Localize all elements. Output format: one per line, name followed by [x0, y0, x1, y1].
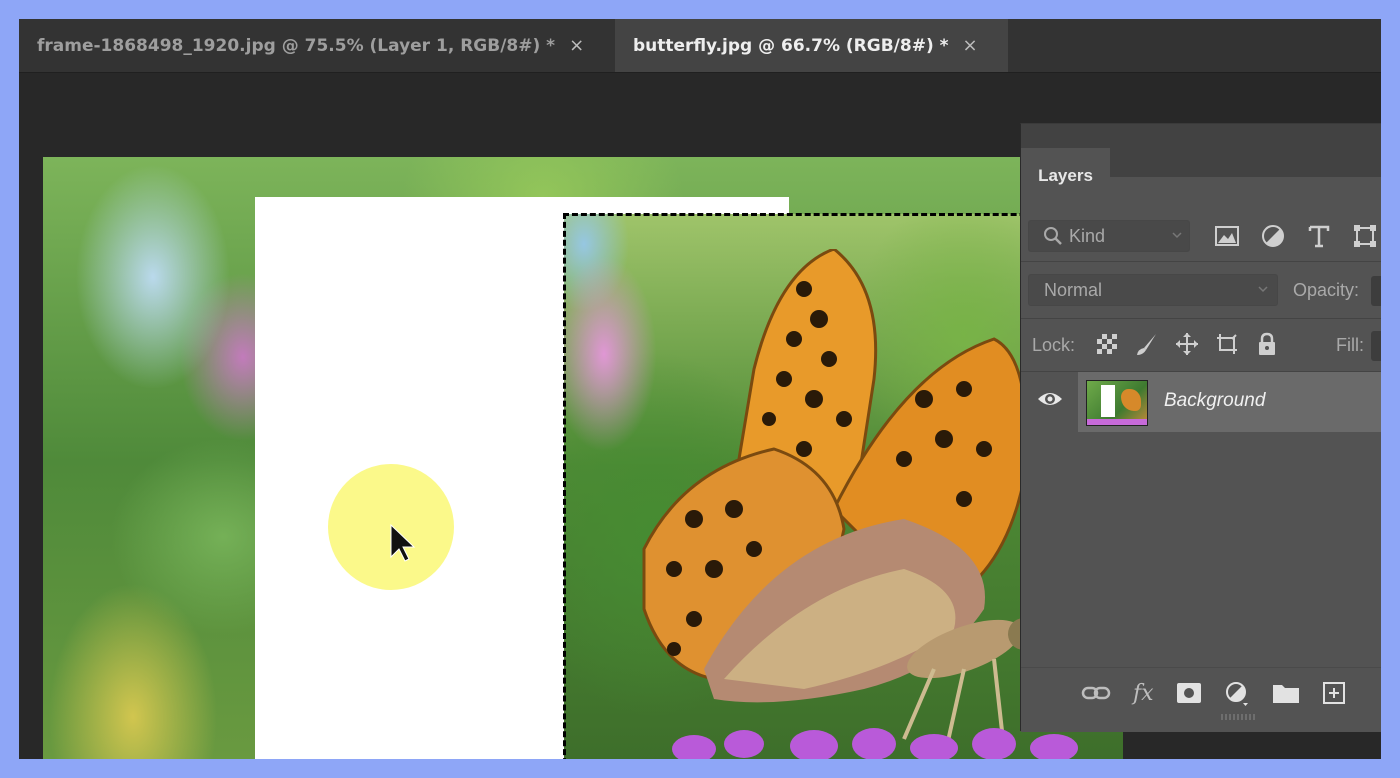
layer-name[interactable]: Background: [1164, 390, 1265, 412]
adjustment-filter-icon[interactable]: [1260, 223, 1286, 249]
mouse-pointer-icon: [390, 523, 416, 562]
lock-icons: [1094, 331, 1280, 357]
image-filter-icon[interactable]: [1214, 223, 1240, 249]
shape-filter-icon[interactable]: [1352, 223, 1378, 249]
filter-row: Kind: [1021, 203, 1381, 255]
divider: [1021, 318, 1381, 319]
opacity-input[interactable]: [1371, 276, 1381, 306]
lock-artboard-icon[interactable]: [1214, 331, 1240, 357]
add-mask-icon[interactable]: [1176, 682, 1202, 704]
eye-visibility-icon[interactable]: [1037, 388, 1063, 410]
layer-thumbnail: [1086, 380, 1148, 426]
tab-frame-document[interactable]: frame-1868498_1920.jpg @ 75.5% (Layer 1,…: [19, 19, 615, 72]
tab-butterfly-document[interactable]: butterfly.jpg @ 66.7% (RGB/8#) * ×: [615, 19, 1008, 72]
layer-row-background[interactable]: Background: [1078, 372, 1381, 432]
fill-label: Fill:: [1336, 335, 1364, 355]
document-canvas[interactable]: [43, 157, 1123, 759]
footer-icons: fx: [1081, 680, 1346, 706]
layers-panel-footer: fx: [1021, 667, 1381, 732]
fill-input[interactable]: [1371, 331, 1381, 361]
search-icon: [1044, 227, 1062, 245]
new-layer-icon[interactable]: [1322, 681, 1346, 705]
layer-style-fx-icon[interactable]: fx: [1133, 681, 1154, 706]
photoshop-window: frame-1868498_1920.jpg @ 75.5% (Layer 1,…: [19, 19, 1381, 759]
type-filter-icon[interactable]: [1306, 223, 1332, 249]
filter-icons: [1214, 223, 1378, 249]
chevron-down-icon: [1172, 232, 1182, 239]
divider: [1021, 261, 1381, 262]
layers-panel: Layers Kind Normal Opacity: Lock: Fill: …: [1020, 123, 1381, 732]
filter-kind-label: Kind: [1069, 225, 1106, 246]
layer-filter-kind[interactable]: Kind: [1028, 220, 1190, 252]
lock-all-icon[interactable]: [1254, 331, 1280, 357]
close-icon[interactable]: ×: [963, 35, 978, 56]
lock-transparent-pixels-icon[interactable]: [1094, 331, 1120, 357]
tab-title: butterfly.jpg @ 66.7% (RGB/8#) *: [633, 35, 949, 56]
lock-label: Lock:: [1032, 335, 1076, 355]
close-icon[interactable]: ×: [569, 35, 584, 56]
resize-grip[interactable]: [1221, 714, 1257, 720]
link-layers-icon[interactable]: [1081, 683, 1111, 703]
lock-row: Lock: Fill:: [1021, 328, 1381, 368]
opacity-label: Opacity:: [1293, 280, 1360, 300]
lock-image-pixels-icon[interactable]: [1134, 331, 1160, 357]
lock-position-icon[interactable]: [1174, 331, 1200, 357]
tab-title: frame-1868498_1920.jpg @ 75.5% (Layer 1,…: [37, 35, 556, 56]
document-tab-bar: frame-1868498_1920.jpg @ 75.5% (Layer 1,…: [19, 19, 1381, 73]
blend-mode-select[interactable]: Normal: [1028, 274, 1278, 306]
tab-layers[interactable]: Layers: [1021, 148, 1110, 203]
blend-mode-value: Normal: [1044, 279, 1103, 300]
new-group-folder-icon[interactable]: [1272, 682, 1300, 704]
chevron-down-icon: [1258, 286, 1268, 293]
adjustment-layer-icon[interactable]: [1224, 680, 1250, 706]
